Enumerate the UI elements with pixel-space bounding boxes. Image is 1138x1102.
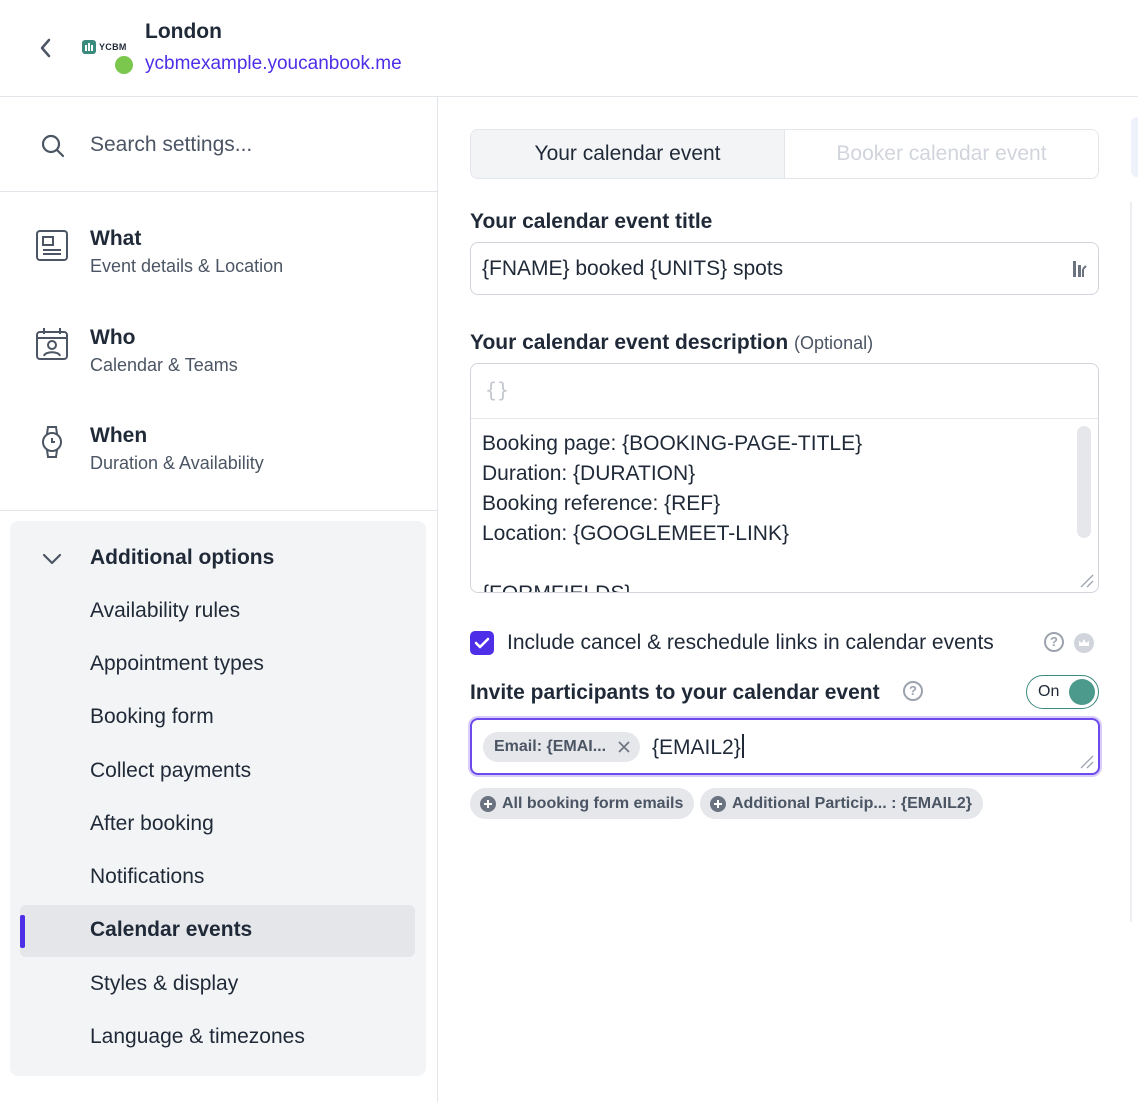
email-chip: Email: {EMAI... [483, 732, 641, 762]
sidebar-item-booking-form[interactable]: Booking form [20, 692, 415, 744]
preview-panel-edge [1131, 117, 1138, 177]
typed-value: {EMAIL2} [652, 736, 741, 759]
nav-item-when[interactable]: When Duration & Availability [0, 424, 437, 514]
back-button[interactable] [30, 30, 60, 66]
sidebar-item-label: Notifications [90, 865, 205, 888]
additional-options-panel: Additional options Availability rules Ap… [10, 521, 426, 1076]
include-links-label: Include cancel & reschedule links in cal… [507, 631, 994, 654]
sidebar-item-label: After booking [90, 812, 214, 835]
insert-variable-button[interactable]: {} [485, 378, 509, 402]
optional-hint: (Optional) [794, 333, 874, 353]
invite-participants-toggle[interactable]: On [1026, 675, 1099, 709]
additional-options-toggle[interactable]: Additional options [10, 533, 426, 583]
sidebar-item-availability-rules[interactable]: Availability rules [20, 586, 415, 638]
nav-title: What [90, 227, 142, 250]
calendar-person-icon [36, 328, 68, 360]
suggestion-additional-participant[interactable]: Additional Particip... : {EMAIL2} [700, 788, 984, 819]
sidebar-item-collect-payments[interactable]: Collect payments [20, 746, 415, 798]
booking-page-url[interactable]: ycbmexample.youcanbook.me [145, 53, 402, 75]
search-icon [41, 134, 65, 158]
resize-handle-icon[interactable] [1078, 572, 1094, 588]
include-links-row: Include cancel & reschedule links in cal… [470, 629, 1110, 659]
email-chip-label: Email: {EMAI... [494, 738, 607, 755]
textarea-scrollbar[interactable] [1077, 426, 1091, 538]
nav-subtitle: Calendar & Teams [90, 355, 238, 375]
ycbm-logo: YCBM [82, 38, 134, 56]
logo-text: YCBM [99, 42, 127, 52]
invite-participants-label: Invite participants to your calendar eve… [470, 681, 880, 704]
checkmark-icon [474, 637, 490, 649]
event-description-textarea[interactable]: Booking page: {BOOKING-PAGE-TITLE} Durat… [482, 429, 1072, 592]
event-title-input[interactable]: {FNAME} booked {UNITS} spots [470, 242, 1099, 295]
watch-icon [42, 426, 62, 458]
event-title-value: {FNAME} booked {UNITS} spots [482, 257, 784, 280]
chevron-down-icon [42, 553, 62, 565]
sidebar-item-label: Styles & display [90, 972, 239, 995]
close-icon[interactable] [616, 739, 632, 755]
search-input[interactable] [90, 127, 410, 163]
active-indicator [20, 915, 25, 948]
event-description-label-text: Your calendar event description [470, 331, 789, 354]
toggle-label: On [1038, 683, 1060, 700]
text-caret [741, 734, 744, 758]
calendar-event-tabs: Your calendar event Booker calendar even… [470, 129, 1099, 179]
preview-panel-border [1130, 202, 1132, 922]
nav-item-who[interactable]: Who Calendar & Teams [0, 326, 437, 416]
suggestion-label: Additional Particip... : {EMAIL2} [732, 795, 973, 812]
nav-subtitle: Event details & Location [90, 256, 284, 276]
tab-your-calendar-event[interactable]: Your calendar event [471, 130, 785, 178]
status-indicator [115, 56, 133, 74]
participants-tag-input[interactable]: Email: {EMAI... {EMAIL2} [470, 718, 1100, 775]
event-description-editor: {} Booking page: {BOOKING-PAGE-TITLE} Du… [470, 363, 1099, 593]
tab-booker-calendar-event[interactable]: Booker calendar event [785, 130, 1098, 178]
typed-participant-text: {EMAIL2} [652, 734, 744, 760]
sidebar-item-after-booking[interactable]: After booking [20, 799, 415, 851]
help-icon[interactable]: ? [903, 681, 923, 701]
chevron-left-icon [40, 38, 51, 58]
settings-sidebar: What Event details & Location Who Calend… [0, 97, 438, 1102]
additional-options-title: Additional options [90, 546, 275, 569]
suggestion-label: All booking form emails [502, 795, 684, 812]
nav-subtitle: Duration & Availability [90, 453, 264, 473]
event-description-label: Your calendar event description (Optiona… [470, 331, 873, 355]
help-icon[interactable]: ? [1044, 632, 1064, 652]
resize-handle-icon[interactable] [1078, 753, 1094, 769]
sidebar-item-label: Calendar events [90, 918, 253, 941]
logo-mark-icon [82, 40, 96, 54]
main-content: Your calendar event Booker calendar even… [438, 97, 1138, 1102]
plus-circle-icon [480, 796, 496, 812]
sidebar-item-language-timezones[interactable]: Language & timezones [20, 1012, 415, 1064]
sidebar-item-label: Availability rules [90, 599, 241, 622]
crown-icon [1074, 633, 1094, 653]
nav-title: Who [90, 326, 136, 349]
settings-search [0, 97, 437, 192]
main-nav: What Event details & Location Who Calend… [0, 193, 437, 511]
sidebar-item-appointment-types[interactable]: Appointment types [20, 639, 415, 691]
invite-participants-row: Invite participants to your calendar eve… [470, 675, 1100, 709]
sidebar-item-calendar-events[interactable]: Calendar events [20, 905, 415, 957]
sidebar-item-styles-display[interactable]: Styles & display [20, 959, 415, 1011]
insert-token-icon[interactable] [1072, 259, 1088, 279]
plus-circle-icon [710, 796, 726, 812]
sidebar-item-label: Appointment types [90, 652, 264, 675]
page-title: London [145, 20, 222, 43]
toggle-knob [1069, 679, 1095, 705]
sidebar-item-label: Language & timezones [90, 1025, 305, 1048]
include-links-checkbox[interactable] [470, 631, 494, 655]
sidebar-item-label: Booking form [90, 705, 214, 728]
document-icon [36, 230, 68, 261]
top-header: YCBM London ycbmexample.youcanbook.me [0, 0, 1138, 97]
nav-item-what[interactable]: What Event details & Location [0, 227, 437, 317]
suggestion-all-booking-form-emails[interactable]: All booking form emails [470, 788, 695, 819]
sidebar-item-label: Collect payments [90, 759, 252, 782]
nav-title: When [90, 424, 148, 447]
event-title-label: Your calendar event title [470, 210, 713, 233]
editor-toolbar: {} [471, 364, 1098, 419]
sidebar-item-notifications[interactable]: Notifications [20, 852, 415, 904]
